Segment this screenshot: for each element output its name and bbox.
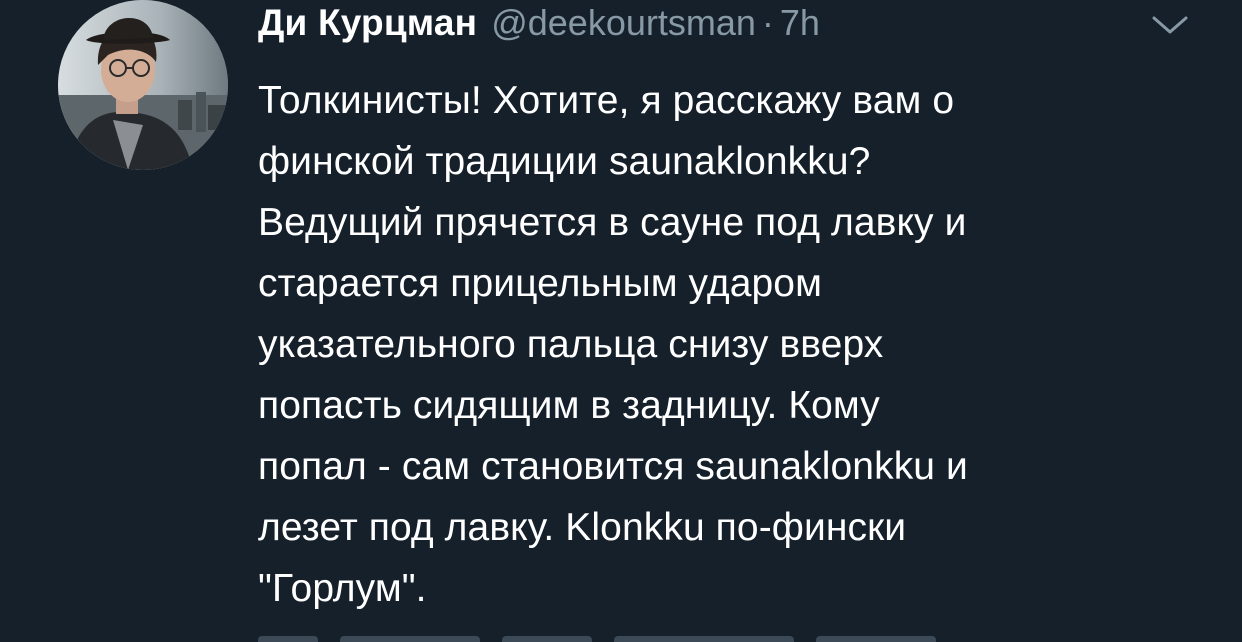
tweet-text-line: "Горлум". xyxy=(258,567,427,610)
avatar-image xyxy=(58,0,228,170)
tweet-text-line: старается прицельным ударом xyxy=(258,262,822,305)
chevron-down-icon[interactable] xyxy=(1150,12,1190,38)
separator-dot: · xyxy=(761,2,774,43)
tweet-text-line: указательного пальца снизу вверх xyxy=(258,323,884,366)
tweet-text-line: лезет под лавку. Klonkku по-фински xyxy=(258,506,907,549)
tweet-text-line: Ведущий прячется в сауне под лавку и xyxy=(258,201,967,244)
timestamp[interactable]: 7h xyxy=(780,2,820,44)
tweet-header: Ди Курцман @deekourtsman · 7h xyxy=(258,2,820,50)
tweet-text-line: попасть сидящим в задницу. Кому xyxy=(258,384,880,427)
tweet-text: Толкинисты! Хотите, я расскажу вам о фин… xyxy=(258,70,1198,619)
cropped-next-line xyxy=(258,630,1078,642)
tweet-text-line: финской традиции saunaklonkku? xyxy=(258,140,871,183)
author-name[interactable]: Ди Курцман xyxy=(258,2,477,44)
tweet-text-line: Толкинисты! Хотите, я расскажу вам о xyxy=(258,79,955,122)
author-handle[interactable]: @deekourtsman xyxy=(491,2,756,44)
tweet-text-line: попал - сам становится saunaklonkku и xyxy=(258,445,968,488)
tweet[interactable]: Ди Курцман @deekourtsman · 7h Толкинисты… xyxy=(0,0,1242,642)
avatar[interactable] xyxy=(58,0,228,170)
